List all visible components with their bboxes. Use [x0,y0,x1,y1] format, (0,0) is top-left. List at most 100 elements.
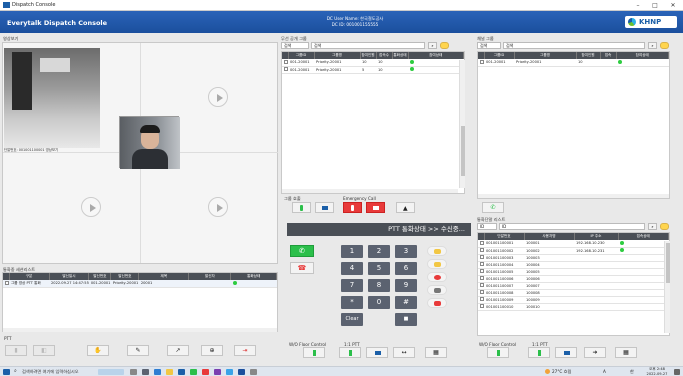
scroll-thumb[interactable] [461,126,465,176]
clock[interactable]: 오후 2:48 2022-09-27 [643,367,671,376]
open-group-search-input[interactable]: 검색 [311,42,425,49]
hold-button[interactable]: ✋ [87,345,109,356]
start-icon[interactable] [3,369,10,375]
add-terminal-button[interactable] [660,223,669,230]
transfer-button[interactable]: ↔ [393,347,415,358]
dispatch-app-icon[interactable] [238,369,245,375]
row-checkbox[interactable] [480,240,484,245]
search-icon[interactable]: ⌕ [648,42,657,49]
keypad-key-0[interactable]: 0 [368,296,390,309]
keypad-video-icon[interactable]: ■ [395,313,417,326]
search-icon[interactable]: ⌕ [648,223,657,230]
row-checkbox[interactable] [480,283,484,287]
row-checkbox[interactable] [5,280,9,285]
row-checkbox[interactable] [480,59,484,64]
emergency-video-button[interactable] [366,202,385,213]
oval-button-2[interactable] [427,259,447,269]
row-checkbox[interactable] [480,297,484,301]
table-row[interactable]: 001001100006 100006 [478,275,669,283]
play-icon[interactable] [208,87,228,107]
close-button[interactable]: ✕ [665,1,681,10]
channel-search-input[interactable]: 검색 [503,42,645,49]
app-icon-red[interactable] [202,369,209,375]
one-to-one-video-button[interactable] [366,347,388,358]
keypad-key-6[interactable]: 6 [395,262,417,275]
oval-button-3[interactable] [427,272,447,282]
widgets-icon[interactable] [142,369,149,375]
add-channel-button[interactable] [660,42,669,49]
dial-button[interactable]: ▦ [425,347,447,358]
table-row[interactable]: 001-20001 Priority-20001 5 10 [282,66,464,74]
oval-button-4[interactable] [427,285,447,295]
table-row[interactable]: 001001100005 100005 [478,268,669,276]
table-row[interactable]: 001001100007 100007 [478,282,669,290]
right-1to1-video-button[interactable] [555,347,577,358]
right-transfer-button[interactable]: ➜ [584,347,606,358]
floor-ptt-button[interactable] [303,347,325,358]
table-row[interactable]: 001-20001 Priority-20001 10 10 [282,59,464,67]
ime-indicator[interactable]: A [603,369,606,374]
link-button[interactable]: ⊕ [201,345,223,356]
table-row[interactable]: 001001100004 100004 [478,261,669,269]
emergency-alert-button[interactable]: ▲ [396,202,415,213]
play-icon[interactable] [81,197,101,217]
row-checkbox[interactable] [480,290,484,294]
app-icon-purple[interactable] [214,369,221,375]
call-button[interactable]: ✆ [290,245,314,257]
keypad-key-5[interactable]: 5 [368,262,390,275]
search-icon[interactable]: ⌕ [14,368,17,374]
keypad-key-9[interactable]: 9 [395,279,417,292]
right-1to1-ptt-button[interactable] [528,347,550,358]
vertical-scrollbar[interactable] [664,241,670,333]
edge-icon[interactable] [154,369,161,375]
row-checkbox[interactable] [284,67,288,71]
exit-button[interactable]: ⇥ [234,345,256,356]
keypad-key-3[interactable]: 3 [395,245,417,258]
maximize-button[interactable]: □ [647,1,663,10]
row-checkbox[interactable] [480,262,484,266]
group-ptt-button[interactable] [292,202,311,213]
play-icon[interactable] [208,197,228,217]
keypad-key-star[interactable]: * [341,296,363,309]
app-icon-gray[interactable] [250,369,257,375]
forward-button[interactable]: ↗ [167,345,189,356]
horizontal-scrollbar[interactable] [3,328,277,332]
taskview-icon[interactable] [130,369,137,375]
channel-select[interactable]: 검색 [477,42,501,49]
keypad-key-1[interactable]: 1 [341,245,363,258]
table-row[interactable]: 001001100008 100008 [478,289,669,297]
row-checkbox[interactable] [480,269,484,273]
explorer-icon[interactable] [166,369,173,375]
keypad-key-7[interactable]: 7 [341,279,363,292]
table-row[interactable]: 001001100010 100010 [478,303,669,311]
add-group-button[interactable] [440,42,449,49]
row-checkbox[interactable] [480,276,484,280]
scroll-thumb[interactable] [666,243,670,283]
edit-button[interactable]: ✎ [127,345,149,356]
table-row[interactable]: 001-20001 Priority-20001 10 [478,59,669,67]
group-video-button[interactable] [315,202,334,213]
table-row[interactable]: 001001100009 100009 [478,296,669,304]
store-icon[interactable] [178,369,185,375]
ptt-disabled-button-2[interactable]: ◧ [33,345,55,356]
notification-icon[interactable] [674,369,680,375]
row-checkbox[interactable] [480,255,484,259]
horizontal-scrollbar[interactable] [282,189,458,193]
app-icon-green[interactable] [190,369,197,375]
oval-button-5[interactable] [427,298,447,308]
row-checkbox[interactable] [480,304,484,308]
keypad-key-4[interactable]: 4 [341,262,363,275]
language-indicator[interactable]: 한 [630,369,634,375]
row-checkbox[interactable] [284,59,288,64]
keypad-key-8[interactable]: 8 [368,279,390,292]
pip-video[interactable] [119,116,180,169]
video-cell-4[interactable] [141,153,278,263]
minimize-button[interactable]: – [630,1,646,10]
keypad-clear[interactable]: Clear [341,313,363,326]
one-to-one-ptt-button[interactable] [339,347,361,358]
search-icon[interactable]: ⌕ [428,42,437,49]
open-group-select[interactable]: 검색 [281,42,309,49]
oval-button-1[interactable] [427,246,447,256]
emergency-ptt-button[interactable] [343,202,362,213]
terminal-search-input[interactable]: ID [499,223,645,230]
